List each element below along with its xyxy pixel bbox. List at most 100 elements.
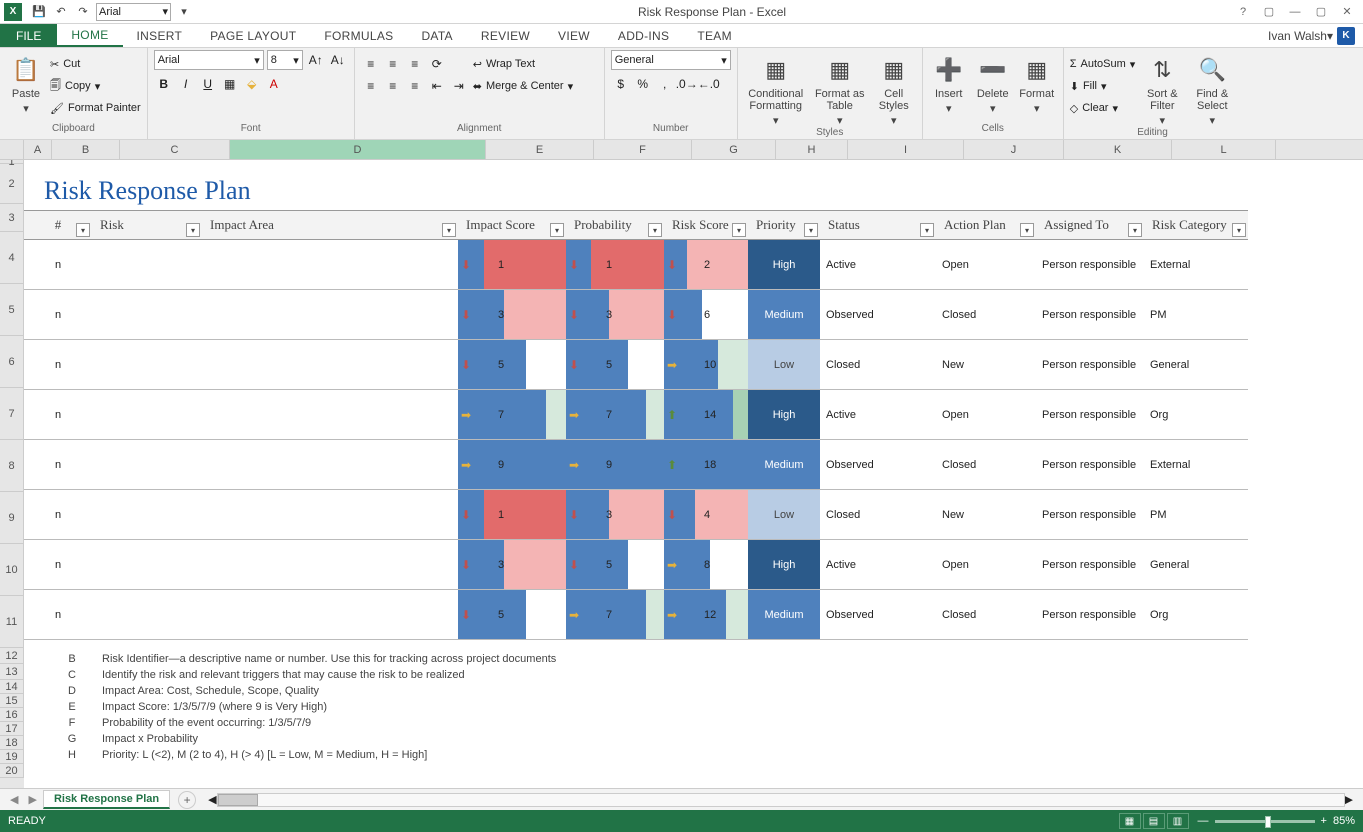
- format-as-table-button[interactable]: ▦Format as Table▾: [812, 50, 868, 127]
- view-page-break-icon[interactable]: ▥: [1167, 813, 1189, 829]
- cut-button[interactable]: ✂ Cut: [50, 54, 141, 74]
- column-header-F[interactable]: F: [594, 140, 692, 159]
- increase-indent-icon[interactable]: ⇥: [449, 76, 469, 96]
- column-header-E[interactable]: E: [486, 140, 594, 159]
- row-header-9[interactable]: 9: [0, 492, 24, 544]
- column-header-A[interactable]: A: [24, 140, 52, 159]
- tab-formulas[interactable]: FORMULAS: [310, 24, 407, 47]
- decrease-indent-icon[interactable]: ⇤: [427, 76, 447, 96]
- increase-decimal-icon[interactable]: .0→: [677, 74, 697, 94]
- table-row[interactable]: n➡9➡9⬆18MediumObservedClosedPerson respo…: [24, 440, 1248, 490]
- filter-dropdown-icon[interactable]: ▾: [732, 223, 746, 237]
- table-row[interactable]: n⬇1⬇3⬇4LowClosedNewPerson responsiblePM: [24, 490, 1248, 540]
- increase-font-icon[interactable]: A↑: [306, 50, 326, 70]
- clear-button[interactable]: ◇ Clear ▾: [1070, 98, 1136, 118]
- find-select-button[interactable]: 🔍Find & Select▾: [1189, 50, 1235, 127]
- table-row[interactable]: n⬇3⬇5➡8HighActiveOpenPerson responsibleG…: [24, 540, 1248, 590]
- font-name-input[interactable]: Arial▾: [154, 50, 264, 70]
- align-left-icon[interactable]: ≡: [361, 76, 381, 96]
- filter-dropdown-icon[interactable]: ▾: [648, 223, 662, 237]
- tab-view[interactable]: VIEW: [544, 24, 604, 47]
- horizontal-scrollbar[interactable]: ◀▶: [208, 793, 1353, 807]
- view-page-layout-icon[interactable]: ▤: [1143, 813, 1165, 829]
- column-header-D[interactable]: D: [230, 140, 486, 159]
- view-normal-icon[interactable]: ▦: [1119, 813, 1141, 829]
- filter-dropdown-icon[interactable]: ▾: [442, 223, 456, 237]
- save-icon[interactable]: 💾: [30, 3, 48, 21]
- comma-icon[interactable]: ,: [655, 74, 675, 94]
- sheet-tab-active[interactable]: Risk Response Plan: [43, 790, 170, 809]
- row-header-17[interactable]: 17: [0, 722, 24, 736]
- row-header-19[interactable]: 19: [0, 750, 24, 764]
- row-header-14[interactable]: 14: [0, 680, 24, 694]
- percent-icon[interactable]: %: [633, 74, 653, 94]
- filter-dropdown-icon[interactable]: ▾: [550, 223, 564, 237]
- maximize-icon[interactable]: ▢: [1309, 3, 1333, 21]
- format-cells-button[interactable]: ▦Format▾: [1017, 50, 1057, 115]
- tab-insert[interactable]: INSERT: [123, 24, 197, 47]
- copy-button[interactable]: 🗐 Copy ▾: [50, 76, 141, 96]
- currency-icon[interactable]: $: [611, 74, 631, 94]
- table-row[interactable]: n➡7➡7⬆14HighActiveOpenPerson responsible…: [24, 390, 1248, 440]
- filter-dropdown-icon[interactable]: ▾: [76, 223, 90, 237]
- column-header-G[interactable]: G: [692, 140, 776, 159]
- align-top-icon[interactable]: ≡: [361, 54, 381, 74]
- fill-color-button[interactable]: ⬙: [242, 74, 262, 94]
- close-icon[interactable]: ✕: [1335, 3, 1359, 21]
- row-header-8[interactable]: 8: [0, 440, 24, 492]
- filter-dropdown-icon[interactable]: ▾: [804, 223, 818, 237]
- filter-dropdown-icon[interactable]: ▾: [920, 223, 934, 237]
- decrease-decimal-icon[interactable]: ←.0: [699, 74, 719, 94]
- merge-center-button[interactable]: ⬌ Merge & Center ▾: [473, 76, 573, 96]
- redo-icon[interactable]: ↷: [74, 3, 92, 21]
- insert-cells-button[interactable]: ➕Insert▾: [929, 50, 969, 115]
- column-header-H[interactable]: H: [776, 140, 848, 159]
- qat-customize-icon[interactable]: ▾: [175, 3, 193, 21]
- row-header-10[interactable]: 10: [0, 544, 24, 596]
- filter-dropdown-icon[interactable]: ▾: [1232, 223, 1246, 237]
- undo-icon[interactable]: ↶: [52, 3, 70, 21]
- ribbon-options-icon[interactable]: ▢: [1257, 3, 1281, 21]
- row-header-4[interactable]: 4: [0, 232, 24, 284]
- sheet-nav-next-icon[interactable]: ▶: [24, 793, 40, 806]
- add-sheet-button[interactable]: +: [178, 791, 196, 809]
- row-header-13[interactable]: 13: [0, 664, 24, 680]
- row-header-6[interactable]: 6: [0, 336, 24, 388]
- tab-team[interactable]: TEAM: [683, 24, 746, 47]
- row-header-20[interactable]: 20: [0, 764, 24, 778]
- underline-button[interactable]: U: [198, 74, 218, 94]
- number-format-select[interactable]: General▾: [611, 50, 731, 70]
- italic-button[interactable]: I: [176, 74, 196, 94]
- select-all-corner[interactable]: [0, 140, 24, 159]
- zoom-out-button[interactable]: —: [1198, 815, 1209, 827]
- column-header-K[interactable]: K: [1064, 140, 1172, 159]
- wrap-text-button[interactable]: ↩ Wrap Text: [473, 54, 573, 74]
- delete-cells-button[interactable]: ➖Delete▾: [973, 50, 1013, 115]
- font-size-input[interactable]: 8▾: [267, 50, 303, 70]
- align-middle-icon[interactable]: ≡: [383, 54, 403, 74]
- fill-button[interactable]: ⬇ Fill ▾: [1070, 76, 1136, 96]
- qat-font-picker[interactable]: Arial▾: [96, 3, 171, 21]
- conditional-formatting-button[interactable]: ▦Conditional Formatting▾: [744, 50, 808, 127]
- row-header-7[interactable]: 7: [0, 388, 24, 440]
- paste-button[interactable]: 📋Paste▾: [6, 50, 46, 115]
- align-center-icon[interactable]: ≡: [383, 76, 403, 96]
- zoom-in-button[interactable]: +: [1321, 815, 1327, 827]
- decrease-font-icon[interactable]: A↓: [328, 50, 348, 70]
- column-header-I[interactable]: I: [848, 140, 964, 159]
- tab-review[interactable]: REVIEW: [467, 24, 544, 47]
- table-row[interactable]: n⬇5⬇5➡10LowClosedNewPerson responsibleGe…: [24, 340, 1248, 390]
- row-header-15[interactable]: 15: [0, 694, 24, 708]
- zoom-value[interactable]: 85%: [1333, 815, 1355, 827]
- tab-addins[interactable]: ADD-INS: [604, 24, 683, 47]
- column-header-C[interactable]: C: [120, 140, 230, 159]
- align-bottom-icon[interactable]: ≡: [405, 54, 425, 74]
- row-header-11[interactable]: 11: [0, 596, 24, 648]
- row-header-18[interactable]: 18: [0, 736, 24, 750]
- help-icon[interactable]: ?: [1231, 3, 1255, 21]
- row-header-3[interactable]: 3: [0, 204, 24, 232]
- sort-filter-button[interactable]: ⇅Sort & Filter▾: [1139, 50, 1185, 127]
- column-header-L[interactable]: L: [1172, 140, 1276, 159]
- row-header-2[interactable]: 2: [0, 164, 24, 204]
- bold-button[interactable]: B: [154, 74, 174, 94]
